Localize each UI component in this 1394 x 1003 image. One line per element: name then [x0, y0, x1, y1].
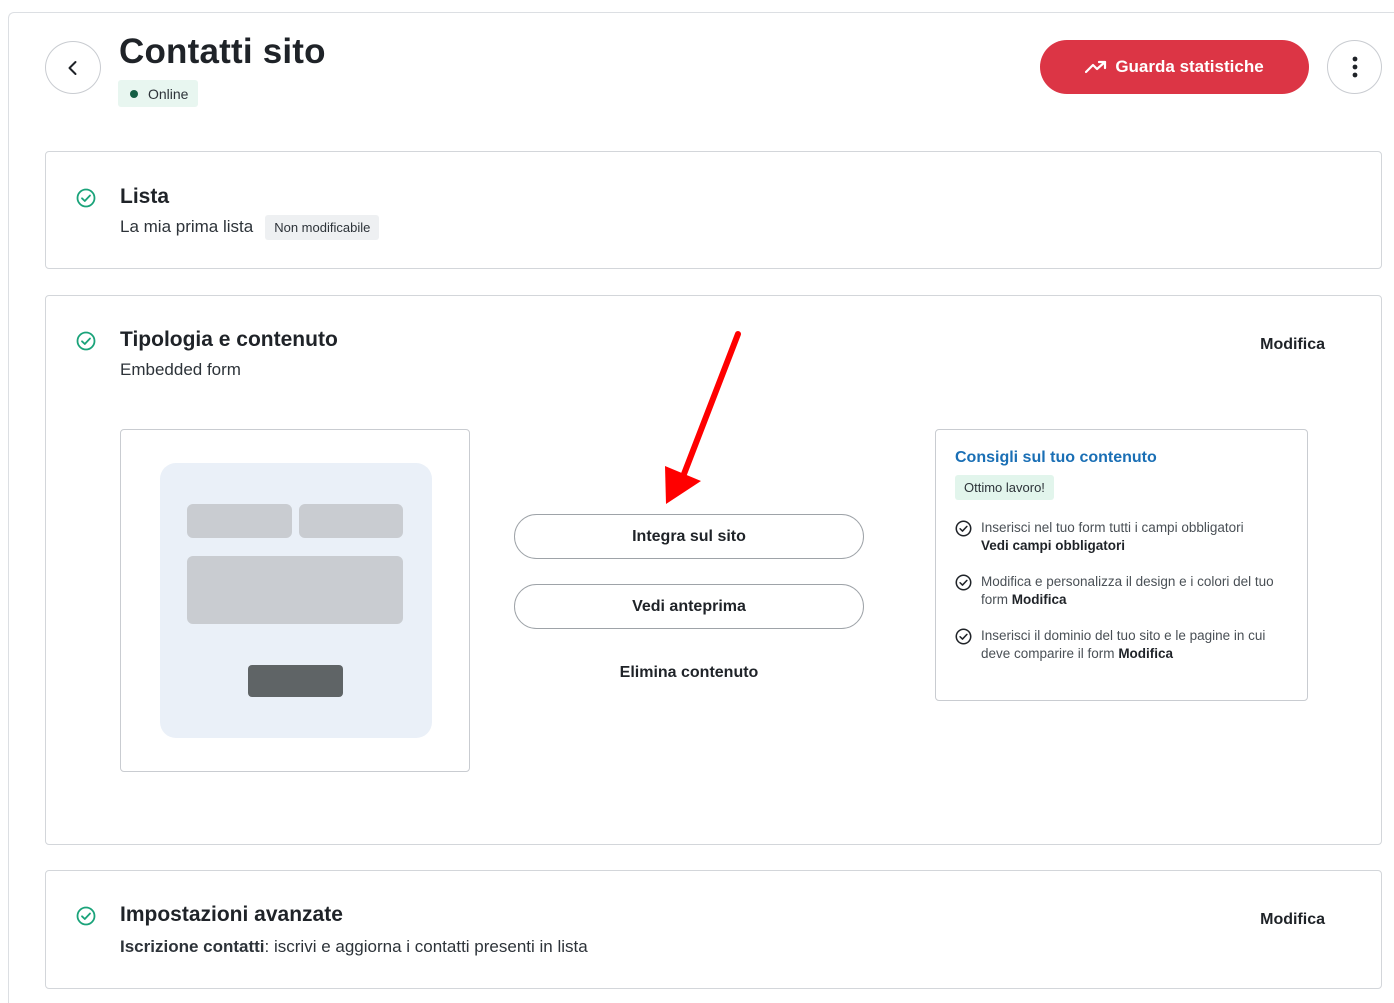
not-editable-badge: Non modificabile	[265, 215, 380, 240]
annotation-arrow-icon	[665, 331, 741, 504]
tipologia-subtitle: Embedded form	[120, 360, 241, 379]
lista-title: Lista	[120, 185, 170, 208]
check-circle-icon	[955, 520, 972, 537]
more-vertical-icon	[1352, 56, 1357, 78]
form-preview-thumbnail	[120, 429, 470, 772]
trending-up-icon	[1085, 60, 1107, 74]
tipologia-title: Tipologia e contenuto	[120, 328, 338, 351]
page-title: Contatti sito	[119, 32, 326, 71]
subscription-text: : iscrivi e aggiorna i contatti presenti…	[264, 937, 588, 956]
advanced-settings-edit-link[interactable]: Modifica	[1260, 911, 1325, 929]
placeholder-field	[299, 504, 403, 538]
more-options-button[interactable]	[1327, 40, 1382, 94]
tip-item: Modifica e personalizza il design e i co…	[955, 573, 1295, 609]
placeholder-field	[187, 504, 292, 538]
status-dot-icon	[130, 89, 138, 98]
tip-item: Inserisci nel tuo form tutti i campi obb…	[955, 519, 1295, 555]
status-label: Online	[148, 85, 189, 102]
advanced-settings-section: Impostazioni avanzate Iscrizione contatt…	[45, 870, 1382, 989]
integrate-on-site-button[interactable]: Integra sul sito	[514, 514, 864, 559]
placeholder-submit-button	[248, 665, 343, 697]
view-statistics-button[interactable]: Guarda statistiche	[1040, 40, 1309, 94]
tipologia-edit-link[interactable]: Modifica	[1260, 336, 1325, 354]
check-circle-icon	[955, 628, 972, 645]
form-preview-card	[160, 463, 432, 738]
status-badge: Online	[118, 80, 199, 107]
chevron-left-icon	[68, 60, 77, 75]
advanced-settings-title: Impostazioni avanzate	[120, 903, 343, 926]
view-statistics-label: Guarda statistiche	[1115, 57, 1264, 76]
lista-value: La mia prima lista	[120, 216, 254, 236]
check-circle-icon	[76, 188, 96, 208]
back-button[interactable]	[45, 41, 101, 94]
edit-design-link[interactable]: Modifica	[1012, 592, 1067, 607]
check-circle-icon	[76, 331, 96, 351]
check-circle-icon	[76, 906, 96, 926]
delete-content-link[interactable]: Elimina contenuto	[514, 664, 864, 682]
preview-button[interactable]: Vedi anteprima	[514, 584, 864, 629]
lista-section: Lista La mia prima lista Non modificabile	[45, 151, 1382, 269]
placeholder-textarea	[187, 556, 403, 624]
lista-value-row: La mia prima lista Non modificabile	[120, 215, 380, 240]
tip-item: Inserisci il dominio del tuo sito e le p…	[955, 627, 1295, 663]
content-tips-panel: Consigli sul tuo contenuto Ottimo lavoro…	[935, 429, 1308, 701]
required-fields-link[interactable]: Vedi campi obbligatori	[981, 538, 1125, 553]
check-circle-icon	[955, 574, 972, 591]
subscription-label: Iscrizione contatti	[120, 937, 265, 956]
tips-status-badge: Ottimo lavoro!	[955, 475, 1054, 500]
tips-title: Consigli sul tuo contenuto	[955, 449, 1157, 466]
tip-text: Inserisci nel tuo form tutti i campi obb…	[981, 520, 1244, 535]
advanced-settings-description: Iscrizione contatti: iscrivi e aggiorna …	[120, 937, 588, 957]
edit-domain-link[interactable]: Modifica	[1118, 646, 1173, 661]
